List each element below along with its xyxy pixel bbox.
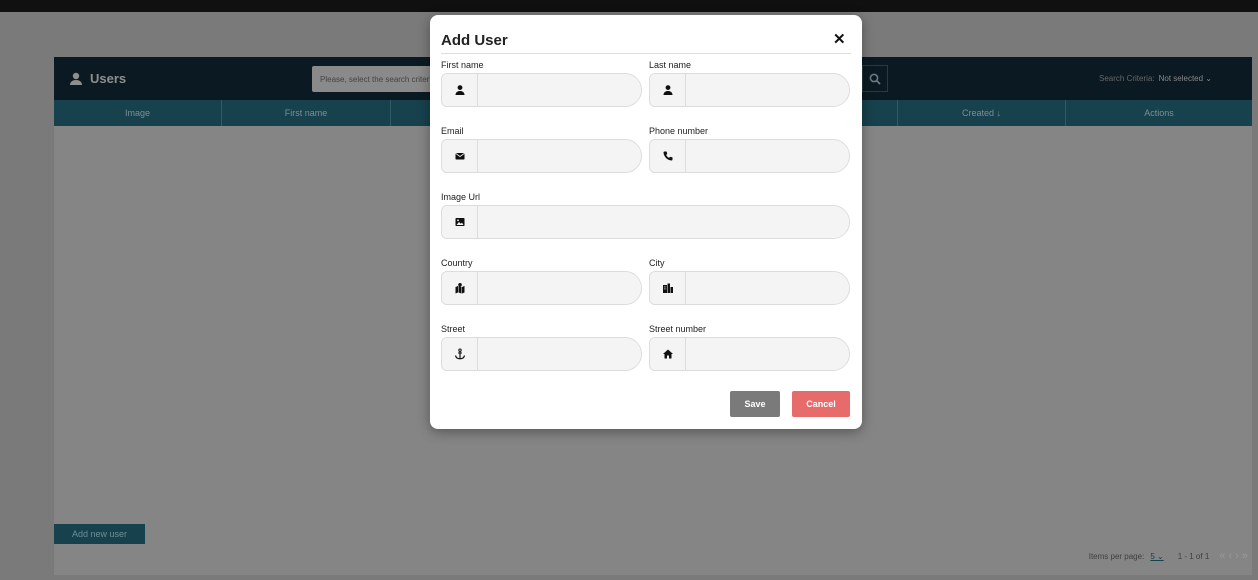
- street-input[interactable]: [478, 338, 641, 370]
- email-label: Email: [441, 126, 464, 136]
- image-url-field: [441, 205, 850, 239]
- phone-number-input[interactable]: [686, 140, 849, 172]
- panel-title: Users: [68, 57, 126, 100]
- email-input[interactable]: [478, 140, 641, 172]
- search-criteria[interactable]: Search Criteria: Not selected ⌄: [1099, 57, 1212, 100]
- items-per-page-label: Items per page:: [1088, 551, 1145, 561]
- envelope-icon: [454, 152, 465, 160]
- image-url-label: Image Url: [441, 192, 481, 202]
- close-icon[interactable]: ✕: [833, 32, 846, 47]
- image-url-input[interactable]: [478, 206, 849, 238]
- city-icon: [662, 283, 673, 293]
- search-button[interactable]: [862, 65, 888, 92]
- user-icon: [663, 85, 672, 95]
- country-label: Country: [441, 258, 473, 268]
- last-name-input[interactable]: [686, 74, 849, 106]
- email-field: [441, 139, 642, 173]
- add-new-user-button[interactable]: Add new user: [54, 524, 145, 544]
- user-icon: [455, 85, 464, 95]
- home-icon: [662, 349, 673, 359]
- street-label: Street: [441, 324, 466, 334]
- column-actions: Actions: [1144, 108, 1174, 118]
- column-first-name[interactable]: First name: [222, 100, 391, 126]
- phone-icon: [663, 151, 672, 161]
- city-input[interactable]: [686, 272, 849, 304]
- city-label: City: [649, 258, 665, 268]
- page-navigation-buttons[interactable]: « ‹ › »: [1219, 550, 1248, 562]
- image-icon: [455, 218, 464, 226]
- items-per-page-select[interactable]: 5 ⌄: [1150, 552, 1163, 561]
- street-number-input[interactable]: [686, 338, 849, 370]
- city-field: [649, 271, 850, 305]
- search-icon: [869, 73, 881, 85]
- cancel-button[interactable]: Cancel: [792, 391, 850, 417]
- page-range: 1 - 1 of 1: [1177, 551, 1210, 561]
- street-field: [441, 337, 642, 371]
- country-field: [441, 271, 642, 305]
- map-icon: [455, 283, 464, 294]
- phone-number-field: [649, 139, 850, 173]
- paginator: Items per page: 5 ⌄ 1 - 1 of 1 « ‹ › »: [1089, 545, 1252, 567]
- save-button[interactable]: Save: [730, 391, 780, 417]
- street-number-field: [649, 337, 850, 371]
- first-name-field: [441, 73, 642, 107]
- phone-number-label: Phone number: [649, 126, 709, 136]
- add-user-dialog: Add User ✕ First name Last name Email Ph…: [430, 15, 862, 429]
- top-bar: [0, 0, 1258, 12]
- dialog-title: Add User: [441, 32, 508, 49]
- column-image[interactable]: Image: [54, 100, 222, 126]
- search-criteria-label: Search Criteria:: [1099, 74, 1155, 83]
- search-criteria-select[interactable]: Not selected ⌄: [1159, 74, 1212, 83]
- country-input[interactable]: [478, 272, 641, 304]
- first-name-input[interactable]: [478, 74, 641, 106]
- last-name-field: [649, 73, 850, 107]
- dialog-divider: [441, 53, 851, 54]
- user-icon: [70, 72, 82, 85]
- panel-title-text: Users: [90, 71, 127, 86]
- column-created[interactable]: Created ↓: [898, 100, 1066, 126]
- street-number-label: Street number: [649, 324, 707, 334]
- last-name-label: Last name: [649, 60, 692, 70]
- first-name-label: First name: [441, 60, 484, 70]
- anchor-icon: [454, 348, 465, 360]
